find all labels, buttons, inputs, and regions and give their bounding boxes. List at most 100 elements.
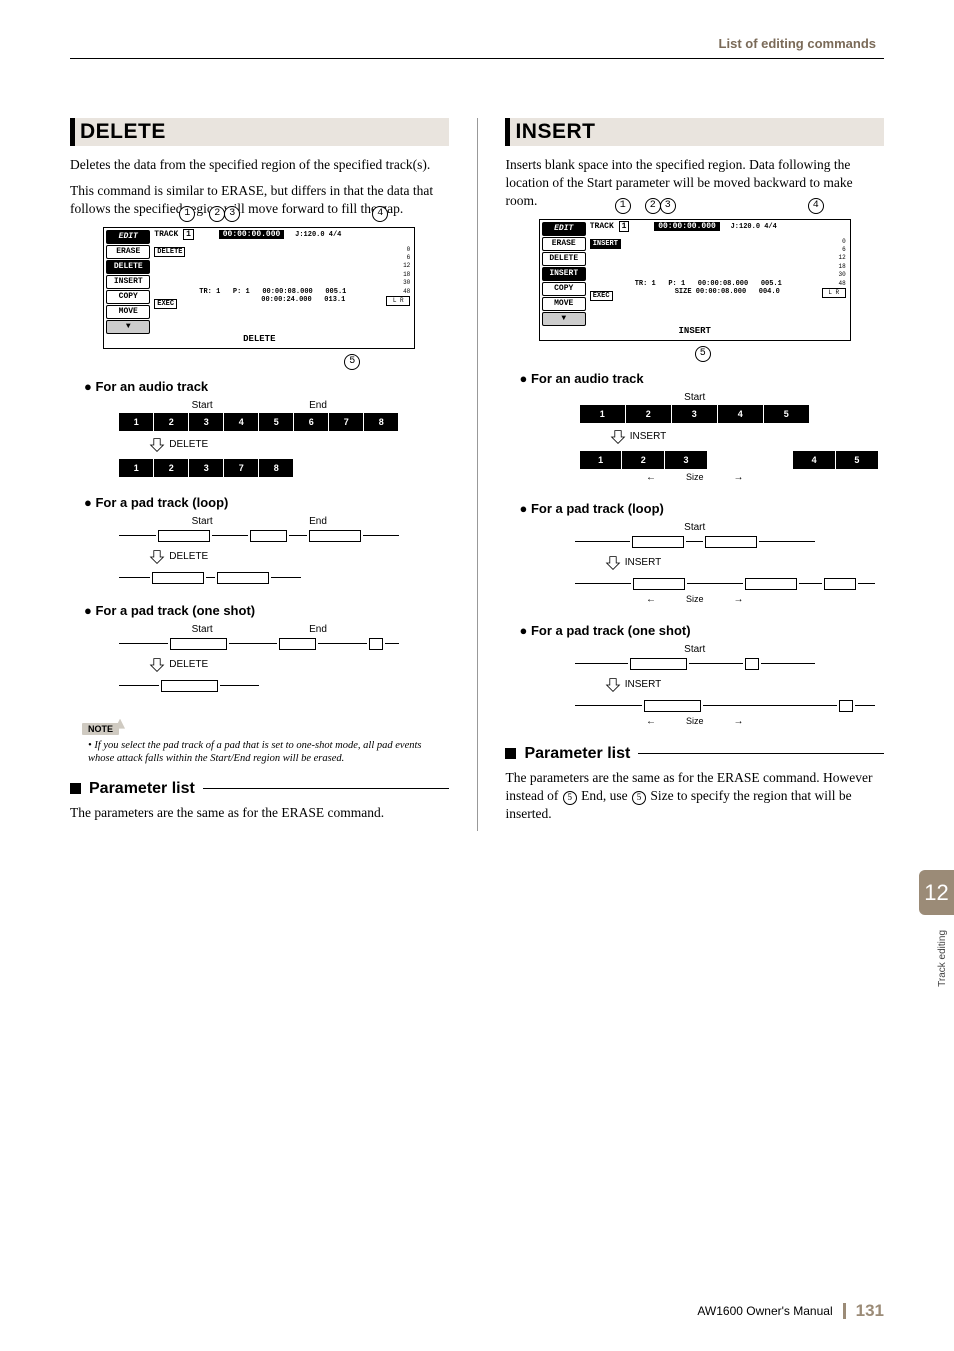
tab-erase: ERASE [106,245,150,259]
delete-audio-diagram: StartEnd 1 2 3 4 5 6 7 8 DELETE 1 [119,400,399,477]
tab-delete: DELETE [106,260,150,274]
tab-delete: DELETE [542,252,586,266]
delete-desc-1: Deletes the data from the specified regi… [70,156,449,174]
callout-3: 3 [660,198,676,214]
subtab-insert: INSERT [590,239,621,249]
delete-param-head: Parameter list [70,780,449,798]
insert-param-head: Parameter list [505,745,884,763]
arrow-icon: DELETE [149,546,399,568]
header-title: List of editing commands [719,36,876,51]
insert-audio-diagram: Start 1 2 3 4 5 INSERT 1 2 3 [580,392,810,483]
page-number: 131 [856,1301,884,1321]
callout-1: 1 [615,198,631,214]
screenshot-tabs: EDIT ERASE DELETE INSERT COPY MOVE ▼ [106,230,150,346]
arrow-icon: INSERT [605,674,815,696]
note-text: • If you select the pad track of a pad t… [88,739,449,766]
insert-padone-diagram: Start INSERT ←Size→ [575,644,815,727]
param-title: Parameter list [89,780,195,798]
circled-5b: 5 [632,791,646,805]
meter: 0 6 12 18 30 48 L R [822,238,846,324]
tab-down: ▼ [106,320,150,334]
pr: P: 1 [233,288,250,296]
tab-edit: EDIT [542,222,586,236]
delete-screenshot: 1 2 3 4 5 EDIT ERASE DELETE INSERT COPY … [103,227,415,349]
circled-5a: 5 [563,791,577,805]
delete-padone-diagram: StartEnd DELETE [119,624,399,693]
note-tag: NOTE [82,723,119,735]
size-label: Size [686,472,704,482]
square-icon [505,748,516,759]
square-icon [70,783,81,794]
insert-audio-head: For an audio track [519,371,884,386]
subtab-delete: DELETE [154,247,185,257]
tab-move: MOVE [542,297,586,311]
m2: 013.1 [324,296,345,304]
callout-2: 2 [209,206,225,222]
insert-heading: INSERT [505,118,884,146]
tempo: J:120.0 [295,231,324,239]
delete-heading-text: DELETE [80,120,441,144]
pr: P: 1 [668,280,685,288]
callout-2: 2 [645,198,661,214]
m2: 004.0 [759,288,780,296]
size-label: Size [686,594,704,604]
lbl-track: TRACK [154,230,178,239]
position: 00:00:00.000 [219,230,285,239]
arrow-icon: INSERT [610,426,810,448]
delete-padloop-diagram: StartEnd DELETE [119,516,399,585]
param-title: Parameter list [524,745,630,763]
delete-audio-head: For an audio track [84,379,449,394]
subtab-exec: EXEC [590,291,613,301]
callout-5: 5 [695,346,711,362]
params-area: TR: 1 P: 1 00:00:08.000 005.1 00:00:24.0… [199,288,346,304]
size: SIZE 00:00:08.000 [675,288,746,296]
arrow-icon: INSERT [605,552,815,574]
screenshot-topbar: TRACK 1 00:00:00.000 J:120.0 4/4 [590,222,846,236]
delete-padone-head: For a pad track (one shot) [84,603,449,618]
delete-heading: DELETE [70,118,449,146]
position: 00:00:00.000 [654,222,720,231]
chapter-tab: 12 [919,870,954,915]
tab-erase: ERASE [542,237,586,251]
tr: TR: 1 [635,280,656,288]
insert-param-text: The parameters are the same as for the E… [505,769,884,824]
delete-param-text: The parameters are the same as for the E… [70,804,449,822]
tab-copy: COPY [542,282,586,296]
insert-heading-text: INSERT [515,120,876,144]
tab-insert: INSERT [542,267,586,281]
tab-down: ▼ [542,312,586,326]
delete-padloop-head: For a pad track (loop) [84,495,449,510]
params-area: TR: 1 P: 1 00:00:08.000 005.1 SIZE 00:00… [635,280,782,296]
manual-name: AW1600 Owner's Manual [697,1304,832,1318]
delete-desc-2: This command is similar to ERASE, but di… [70,182,449,218]
insert-padloop-head: For a pad track (loop) [519,501,884,516]
from: 00:00:08.000 [262,288,312,296]
callout-4: 4 [808,198,824,214]
callout-4: 4 [372,206,388,222]
insert-padloop-diagram: Start INSERT ←Size→ [575,522,815,605]
tab-insert: INSERT [106,275,150,289]
header-rule [70,58,884,59]
tab-copy: COPY [106,290,150,304]
subtab-exec: EXEC [154,299,177,309]
meter: 0 6 12 18 30 48 L R [386,246,410,332]
tr: TR: 1 [199,288,220,296]
screenshot-caption: INSERT [540,326,850,336]
callout-3: 3 [224,206,240,222]
lbl-track: TRACK [590,222,614,231]
track-num: 1 [619,221,630,232]
sig: 4/4 [329,231,342,239]
screenshot-caption: DELETE [104,334,414,344]
tempo: J:120.0 [731,223,760,231]
sig: 4/4 [764,223,777,231]
chapter-label: Track editing [937,930,948,987]
callout-1: 1 [179,206,195,222]
arrow-icon: DELETE [149,434,399,456]
screenshot-topbar: TRACK 1 00:00:00.000 J:120.0 4/4 [154,230,410,244]
callout-5: 5 [344,354,360,370]
tab-edit: EDIT [106,230,150,244]
insert-padone-head: For a pad track (one shot) [519,623,884,638]
tab-move: MOVE [106,305,150,319]
m1: 005.1 [325,288,346,296]
insert-desc-1: Inserts blank space into the specified r… [505,156,884,211]
